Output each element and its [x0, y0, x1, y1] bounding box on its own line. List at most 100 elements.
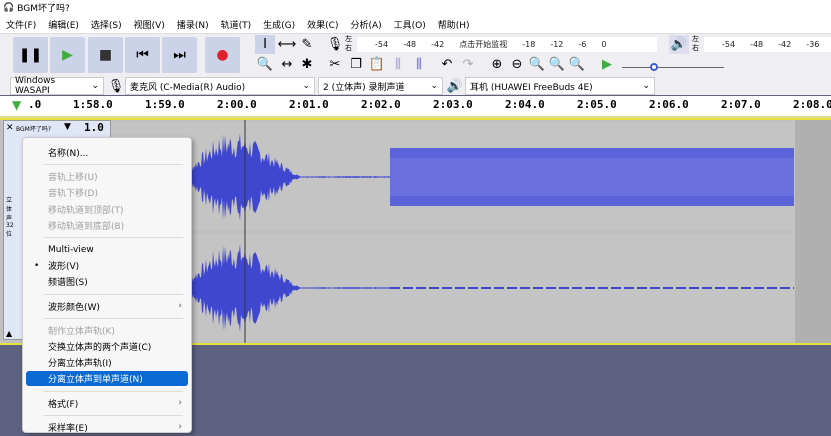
zoom-out-icon[interactable]: ⊖ [507, 55, 527, 74]
menu-analyze[interactable]: 分析(A) [344, 18, 387, 31]
zoom-toggle-icon[interactable]: 🔍 [567, 55, 587, 74]
selection-tool-icon[interactable]: I [255, 35, 275, 54]
copy-icon[interactable]: ❐ [346, 55, 366, 74]
menu-item-label: 格式(F) [48, 399, 79, 410]
menu-edit[interactable]: 编辑(E) [42, 18, 85, 31]
menu-item[interactable]: 采样率(E) › [26, 420, 188, 435]
play-speed-slider-thumb[interactable] [650, 63, 658, 71]
app-icon: 🎧 [3, 2, 15, 13]
menu-item[interactable]: 频谱图(S) [26, 274, 188, 289]
ruler-tick: 2:01.0 [289, 98, 329, 111]
output-device-select[interactable]: 耳机 (HUAWEI FreeBuds 4E) ⌄ [465, 77, 655, 95]
menu-transport[interactable]: 播录(N) [171, 18, 215, 31]
close-track-icon[interactable]: ✕ [6, 123, 14, 133]
track-scale: 1.0 [84, 121, 104, 134]
play-meter[interactable]: -54 -48 -42 -36 [704, 37, 831, 52]
play-speed-slider[interactable] [622, 67, 724, 68]
play-at-speed-icon[interactable]: ▶ [597, 55, 617, 74]
menu-item[interactable]: • 波形(V) [26, 258, 188, 273]
ruler-tick: 2:07.0 [721, 98, 761, 111]
ruler-tick: 2:05.0 [577, 98, 617, 111]
meter-tick: -42 [778, 40, 792, 49]
meter-tick: -36 [806, 40, 820, 49]
title-bar: 🎧 BGM坏了吗? [0, 0, 831, 15]
stop-button[interactable]: ■ [88, 37, 123, 73]
menu-item[interactable]: 名称(N)... [26, 145, 188, 160]
menu-separator [43, 164, 183, 166]
play-head-marker-icon[interactable]: ▼ [12, 98, 21, 112]
ruler-tick: 2:00.0 [217, 98, 257, 111]
menu-item[interactable]: 格式(F) › [26, 396, 188, 411]
menu-item[interactable]: 波形颜色(W) › [26, 299, 188, 314]
envelope-tool-icon[interactable]: ⟷ [277, 35, 297, 54]
channels-select[interactable]: 2 (立体声) 录制声道 ⌄ [318, 77, 443, 95]
play-button[interactable]: ▶ [50, 37, 85, 73]
meter-tick: 0 [601, 40, 607, 49]
record-meter[interactable]: -54 -48 -42 点击开始监视 -18 -12 -6 0 [357, 37, 657, 52]
menu-item-label: 波形(V) [48, 262, 80, 273]
meter-tick: -12 [550, 40, 564, 49]
ruler-tick: 2:06.0 [649, 98, 689, 111]
menu-separator [43, 390, 183, 392]
trim-icon[interactable]: ⫼ [388, 55, 408, 74]
speaker-icon: 🔊 [446, 79, 464, 94]
submenu-arrow-icon: › [178, 422, 182, 433]
check-bullet-icon: • [34, 260, 40, 271]
menu-generate[interactable]: 生成(G) [257, 18, 301, 31]
menu-item-label: 制作立体声轨(K) [48, 326, 115, 337]
menu-separator [43, 317, 183, 319]
fit-selection-icon[interactable]: 🔍 [527, 55, 547, 74]
menu-tracks[interactable]: 轨道(T) [215, 18, 258, 31]
audio-host-select[interactable]: Windows WASAPI ⌄ [10, 76, 104, 96]
ruler-tick: 2:02.0 [361, 98, 401, 111]
meter-tick: -54 [375, 40, 389, 49]
timeline-ruler[interactable]: ▼ .0 1:58.0 1:59.0 2:00.0 2:01.0 2:02.0 … [0, 96, 831, 118]
fit-project-icon[interactable]: 🔍 [547, 55, 567, 74]
menu-item[interactable]: 分离立体声到单声道(N) [26, 371, 188, 387]
menu-item-label: 交换立体声的两个声道(C) [48, 343, 152, 353]
meter-tick: -48 [750, 40, 764, 49]
input-device-select[interactable]: 麦克风 (C-Media(R) Audio) ⌄ [125, 77, 315, 95]
menu-select[interactable]: 选择(S) [85, 18, 128, 31]
meter-tick: -42 [431, 40, 445, 49]
silence-icon[interactable]: ⫼ [409, 55, 429, 74]
draw-tool-icon[interactable]: ✎ [297, 35, 317, 54]
start-monitoring-label[interactable]: 点击开始监视 [459, 39, 507, 50]
track-name-button[interactable]: BGM坏了吗? [16, 124, 51, 133]
multi-tool-icon[interactable]: ✱ [297, 55, 317, 74]
ruler-tick: 2:08.0 [793, 98, 831, 111]
toolbar: ❚❚ ▶ ■ ⏮ ⏭ ● I ⟷ ✎ 🔍 ↔ ✱ 🎙 左右 -54 -48 -4… [0, 33, 831, 96]
waveform-left-block-rms [390, 158, 794, 196]
redo-icon[interactable]: ↷ [458, 55, 478, 74]
menu-file[interactable]: 文件(F) [0, 18, 42, 31]
menu-item[interactable]: Multi-view [26, 242, 188, 257]
menu-item-label: 音轨上移(U) [48, 173, 98, 184]
menu-tools[interactable]: 工具(O) [388, 18, 432, 31]
skip-end-button[interactable]: ⏭ [162, 37, 197, 73]
timeshift-tool-icon[interactable]: ↔ [277, 55, 297, 74]
submenu-arrow-icon: › [178, 301, 182, 312]
menu-effect[interactable]: 效果(C) [301, 18, 344, 31]
microphone-icon[interactable]: 🎙 [325, 35, 345, 54]
undo-icon[interactable]: ↶ [437, 55, 457, 74]
track-info: 立体声 32位 [6, 197, 14, 238]
collapse-track-icon[interactable]: ▲ [6, 329, 12, 338]
menu-item[interactable]: 分离立体声轨(I) [26, 355, 188, 370]
zoom-tool-icon[interactable]: 🔍 [255, 55, 275, 74]
ruler-tick: 2:03.0 [433, 98, 473, 111]
menu-item-label: 波形颜色(W) [48, 302, 100, 313]
zoom-in-icon[interactable]: ⊕ [487, 55, 507, 74]
speaker-icon[interactable]: 🔊 [669, 35, 689, 54]
ruler-tick: .0 [28, 98, 42, 111]
pause-button[interactable]: ❚❚ [13, 37, 48, 73]
record-button[interactable]: ● [205, 37, 240, 73]
cut-icon[interactable]: ✂ [325, 55, 345, 74]
menu-bar: 文件(F) 编辑(E) 选择(S) 视图(V) 播录(N) 轨道(T) 生成(G… [0, 15, 831, 33]
menu-help[interactable]: 帮助(H) [432, 18, 476, 31]
menu-view[interactable]: 视图(V) [128, 18, 171, 31]
skip-start-button[interactable]: ⏮ [125, 37, 160, 73]
menu-separator [43, 237, 183, 238]
track-menu-dropdown-icon[interactable]: ▼ [64, 122, 71, 132]
menu-item[interactable]: 交换立体声的两个声道(C) [26, 339, 188, 354]
paste-icon[interactable]: 📋 [367, 55, 387, 74]
